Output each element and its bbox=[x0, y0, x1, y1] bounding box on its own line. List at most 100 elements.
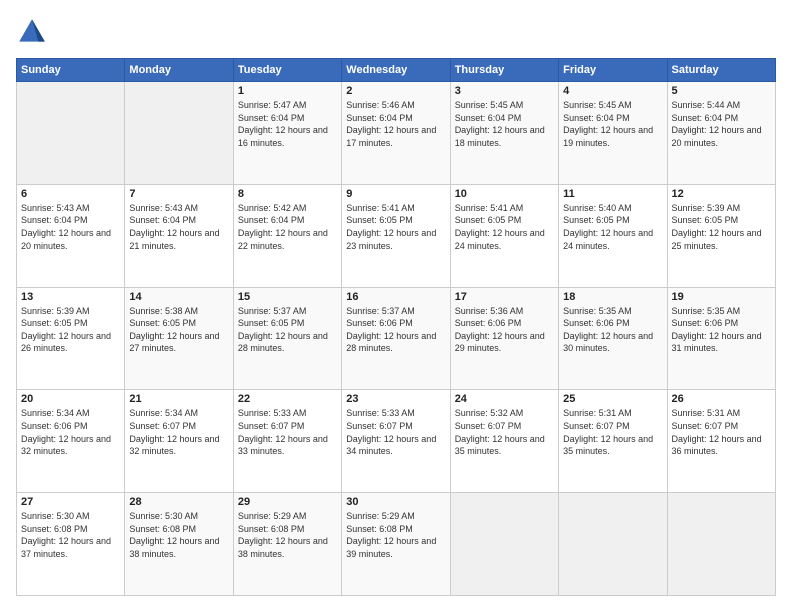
calendar-cell: 5Sunrise: 5:44 AMSunset: 6:04 PMDaylight… bbox=[667, 82, 775, 185]
calendar-cell: 8 Sunrise: 5:42 AMSunset: 6:04 PMDaylight… bbox=[233, 184, 341, 287]
day-info: Sunrise: 5:32 AMSunset: 6:07 PMDaylight:… bbox=[455, 407, 554, 457]
day-number: 23 bbox=[346, 393, 445, 405]
day-header: Saturday bbox=[667, 59, 775, 82]
calendar-cell: 27 Sunrise: 5:30 AMSunset: 6:08 PMDayligh… bbox=[17, 493, 125, 596]
week-row: 27 Sunrise: 5:30 AMSunset: 6:08 PMDayligh… bbox=[17, 493, 776, 596]
day-number: 28 bbox=[129, 496, 228, 508]
day-header: Thursday bbox=[450, 59, 558, 82]
day-info: Sunrise: 5:29 AMSunset: 6:08 PMDaylight:… bbox=[238, 510, 337, 560]
day-info: Sunrise: 5:30 AMSunset: 6:08 PMDaylight:… bbox=[21, 510, 120, 560]
calendar-cell: 4 Sunrise: 5:45 AMSunset: 6:04 PMDaylight… bbox=[559, 82, 667, 185]
day-header: Tuesday bbox=[233, 59, 341, 82]
day-number: 13 bbox=[21, 291, 120, 303]
day-number: 27 bbox=[21, 496, 120, 508]
day-info: Sunrise: 5:43 AMSunset: 6:04 PMDaylight:… bbox=[21, 202, 120, 252]
calendar-cell: 29 Sunrise: 5:29 AMSunset: 6:08 PMDayligh… bbox=[233, 493, 341, 596]
header-row: SundayMondayTuesdayWednesdayThursdayFrid… bbox=[17, 59, 776, 82]
day-info: Sunrise: 5:33 AMSunset: 6:07 PMDaylight:… bbox=[238, 407, 337, 457]
week-row: 6 Sunrise: 5:43 AMSunset: 6:04 PMDaylight… bbox=[17, 184, 776, 287]
calendar-cell: 3Sunrise: 5:45 AMSunset: 6:04 PMDaylight… bbox=[450, 82, 558, 185]
day-number: 18 bbox=[563, 291, 662, 303]
day-number: 9 bbox=[346, 188, 445, 200]
calendar-cell bbox=[17, 82, 125, 185]
logo bbox=[16, 16, 52, 48]
day-number: 12 bbox=[672, 188, 771, 200]
calendar-cell: 11Sunrise: 5:40 AMSunset: 6:05 PMDayligh… bbox=[559, 184, 667, 287]
day-info: Sunrise: 5:45 AMSunset: 6:04 PMDaylight:… bbox=[563, 99, 662, 149]
week-row: 1 Sunrise: 5:47 AMSunset: 6:04 PMDaylight… bbox=[17, 82, 776, 185]
day-number: 19 bbox=[672, 291, 771, 303]
day-info: Sunrise: 5:35 AMSunset: 6:06 PMDaylight:… bbox=[672, 305, 771, 355]
day-info: Sunrise: 5:37 AMSunset: 6:06 PMDaylight:… bbox=[346, 305, 445, 355]
calendar-cell bbox=[559, 493, 667, 596]
day-info: Sunrise: 5:31 AMSunset: 6:07 PMDaylight:… bbox=[563, 407, 662, 457]
day-info: Sunrise: 5:34 AMSunset: 6:07 PMDaylight:… bbox=[129, 407, 228, 457]
calendar-cell: 28 Sunrise: 5:30 AMSunset: 6:08 PMDayligh… bbox=[125, 493, 233, 596]
day-info: Sunrise: 5:39 AMSunset: 6:05 PMDaylight:… bbox=[672, 202, 771, 252]
day-info: Sunrise: 5:34 AMSunset: 6:06 PMDaylight:… bbox=[21, 407, 120, 457]
day-number: 25 bbox=[563, 393, 662, 405]
day-info: Sunrise: 5:37 AMSunset: 6:05 PMDaylight:… bbox=[238, 305, 337, 355]
calendar-cell: 16 Sunrise: 5:37 AMSunset: 6:06 PMDayligh… bbox=[342, 287, 450, 390]
calendar-table: SundayMondayTuesdayWednesdayThursdayFrid… bbox=[16, 58, 776, 596]
day-number: 29 bbox=[238, 496, 337, 508]
calendar-cell: 12 Sunrise: 5:39 AMSunset: 6:05 PMDayligh… bbox=[667, 184, 775, 287]
day-info: Sunrise: 5:43 AMSunset: 6:04 PMDaylight:… bbox=[129, 202, 228, 252]
day-number: 20 bbox=[21, 393, 120, 405]
day-info: Sunrise: 5:35 AMSunset: 6:06 PMDaylight:… bbox=[563, 305, 662, 355]
calendar-cell: 13 Sunrise: 5:39 AMSunset: 6:05 PMDayligh… bbox=[17, 287, 125, 390]
calendar-cell: 18 Sunrise: 5:35 AMSunset: 6:06 PMDayligh… bbox=[559, 287, 667, 390]
day-number: 26 bbox=[672, 393, 771, 405]
day-number: 2 bbox=[346, 85, 445, 97]
day-header: Wednesday bbox=[342, 59, 450, 82]
calendar-cell: 22 Sunrise: 5:33 AMSunset: 6:07 PMDayligh… bbox=[233, 390, 341, 493]
calendar-cell bbox=[667, 493, 775, 596]
day-number: 11 bbox=[563, 188, 662, 200]
calendar-cell: 20 Sunrise: 5:34 AMSunset: 6:06 PMDayligh… bbox=[17, 390, 125, 493]
logo-icon bbox=[16, 16, 48, 48]
day-number: 1 bbox=[238, 85, 337, 97]
day-number: 8 bbox=[238, 188, 337, 200]
calendar-cell: 19 Sunrise: 5:35 AMSunset: 6:06 PMDayligh… bbox=[667, 287, 775, 390]
calendar-body: 1 Sunrise: 5:47 AMSunset: 6:04 PMDaylight… bbox=[17, 82, 776, 596]
day-number: 22 bbox=[238, 393, 337, 405]
day-number: 15 bbox=[238, 291, 337, 303]
page: SundayMondayTuesdayWednesdayThursdayFrid… bbox=[0, 0, 792, 612]
calendar-cell: 23 Sunrise: 5:33 AMSunset: 6:07 PMDayligh… bbox=[342, 390, 450, 493]
day-header: Sunday bbox=[17, 59, 125, 82]
day-number: 4 bbox=[563, 85, 662, 97]
calendar-cell bbox=[450, 493, 558, 596]
calendar-cell: 21Sunrise: 5:34 AMSunset: 6:07 PMDayligh… bbox=[125, 390, 233, 493]
header bbox=[16, 16, 776, 48]
calendar-cell: 15 Sunrise: 5:37 AMSunset: 6:05 PMDayligh… bbox=[233, 287, 341, 390]
calendar-header: SundayMondayTuesdayWednesdayThursdayFrid… bbox=[17, 59, 776, 82]
day-info: Sunrise: 5:38 AMSunset: 6:05 PMDaylight:… bbox=[129, 305, 228, 355]
day-number: 24 bbox=[455, 393, 554, 405]
day-header: Friday bbox=[559, 59, 667, 82]
day-number: 7 bbox=[129, 188, 228, 200]
calendar-cell: 10 Sunrise: 5:41 AMSunset: 6:05 PMDayligh… bbox=[450, 184, 558, 287]
day-info: Sunrise: 5:39 AMSunset: 6:05 PMDaylight:… bbox=[21, 305, 120, 355]
day-number: 6 bbox=[21, 188, 120, 200]
day-info: Sunrise: 5:41 AMSunset: 6:05 PMDaylight:… bbox=[455, 202, 554, 252]
day-number: 14 bbox=[129, 291, 228, 303]
day-info: Sunrise: 5:45 AMSunset: 6:04 PMDaylight:… bbox=[455, 99, 554, 149]
calendar-cell: 17Sunrise: 5:36 AMSunset: 6:06 PMDayligh… bbox=[450, 287, 558, 390]
day-info: Sunrise: 5:29 AMSunset: 6:08 PMDaylight:… bbox=[346, 510, 445, 560]
day-info: Sunrise: 5:47 AMSunset: 6:04 PMDaylight:… bbox=[238, 99, 337, 149]
day-info: Sunrise: 5:46 AMSunset: 6:04 PMDaylight:… bbox=[346, 99, 445, 149]
calendar-cell: 24 Sunrise: 5:32 AMSunset: 6:07 PMDayligh… bbox=[450, 390, 558, 493]
day-info: Sunrise: 5:33 AMSunset: 6:07 PMDaylight:… bbox=[346, 407, 445, 457]
day-number: 30 bbox=[346, 496, 445, 508]
calendar-cell: 9Sunrise: 5:41 AMSunset: 6:05 PMDaylight… bbox=[342, 184, 450, 287]
day-number: 10 bbox=[455, 188, 554, 200]
calendar-cell: 25 Sunrise: 5:31 AMSunset: 6:07 PMDayligh… bbox=[559, 390, 667, 493]
day-info: Sunrise: 5:30 AMSunset: 6:08 PMDaylight:… bbox=[129, 510, 228, 560]
day-number: 17 bbox=[455, 291, 554, 303]
day-number: 5 bbox=[672, 85, 771, 97]
day-info: Sunrise: 5:42 AMSunset: 6:04 PMDaylight:… bbox=[238, 202, 337, 252]
calendar-cell bbox=[125, 82, 233, 185]
day-number: 16 bbox=[346, 291, 445, 303]
calendar-cell: 6 Sunrise: 5:43 AMSunset: 6:04 PMDaylight… bbox=[17, 184, 125, 287]
day-info: Sunrise: 5:31 AMSunset: 6:07 PMDaylight:… bbox=[672, 407, 771, 457]
